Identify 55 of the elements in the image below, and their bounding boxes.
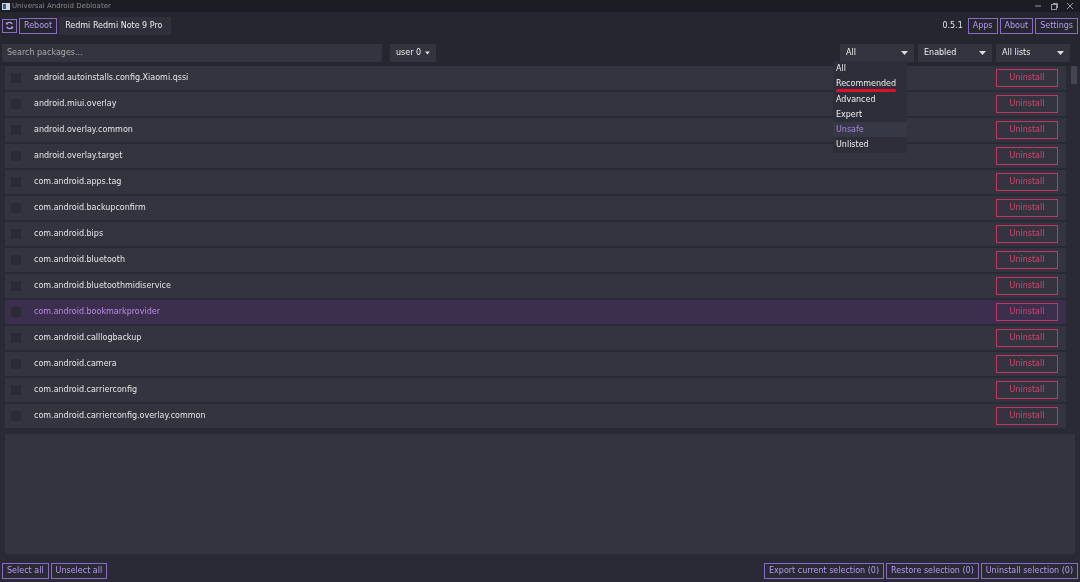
- package-row[interactable]: com.android.bips Uninstall: [5, 222, 1066, 246]
- refresh-button[interactable]: [2, 19, 17, 33]
- restore-icon[interactable]: [1050, 2, 1058, 10]
- checkbox[interactable]: [11, 307, 21, 317]
- package-name: com.android.backupconfirm: [34, 202, 146, 214]
- footer-button[interactable]: Export current selection (0): [764, 563, 884, 579]
- package-name: com.android.apps.tag: [34, 176, 122, 188]
- package-row[interactable]: com.android.carrierconfig Uninstall: [5, 378, 1066, 402]
- package-row[interactable]: com.android.bluetoothmidiservice Uninstall: [5, 274, 1066, 298]
- user-dropdown[interactable]: user 0: [390, 44, 436, 62]
- device-dropdown[interactable]: Redmi Redmi Note 9 Pro: [59, 17, 172, 35]
- removal-dropdown[interactable]: All: [840, 44, 914, 62]
- list-dropdown[interactable]: All lists: [996, 44, 1070, 62]
- package-name: android.autoinstalls.config.Xiaomi.qssi: [34, 72, 189, 84]
- caret-icon: [979, 51, 986, 55]
- package-row[interactable]: com.android.calllogbackup Uninstall: [5, 326, 1066, 350]
- footer-button[interactable]: Unselect all: [50, 563, 108, 579]
- minimize-icon[interactable]: [1034, 2, 1042, 10]
- package-name: com.android.bookmarkprovider: [34, 306, 160, 318]
- package-name: android.overlay.target: [34, 150, 123, 162]
- nav-button[interactable]: Apps: [967, 18, 998, 34]
- scrollbar-thumb[interactable]: [1071, 66, 1077, 84]
- refresh-icon: [5, 21, 14, 31]
- package-name: com.android.carrierconfig: [34, 384, 137, 396]
- package-row[interactable]: com.android.bookmarkprovider Uninstall: [5, 300, 1066, 324]
- caret-icon: [901, 51, 908, 55]
- package-row[interactable]: com.android.backupconfirm Uninstall: [5, 196, 1066, 220]
- package-name: com.android.bips: [34, 228, 104, 240]
- package-row[interactable]: com.android.carrierconfig.overlay.common Uninstall: [5, 404, 1066, 428]
- app-icon: [2, 2, 10, 10]
- reboot-button[interactable]: Reboot: [19, 18, 58, 34]
- caret-icon: [1057, 51, 1064, 55]
- footer-button[interactable]: Select all: [2, 563, 49, 579]
- menu-item[interactable]: Recommended: [833, 76, 907, 92]
- package-name: android.overlay.common: [34, 124, 133, 136]
- package-row[interactable]: com.android.camera Uninstall: [5, 352, 1066, 376]
- caret-icon: [425, 51, 430, 55]
- nav-button[interactable]: Settings: [1035, 18, 1078, 34]
- close-icon[interactable]: [1066, 2, 1074, 10]
- menu-item[interactable]: Advanced: [833, 91, 907, 107]
- package-name: android.miui.overlay: [34, 98, 117, 110]
- package-row[interactable]: com.android.apps.tag Uninstall: [5, 170, 1066, 194]
- package-name: com.android.bluetooth: [34, 254, 125, 266]
- nav-button[interactable]: About: [999, 18, 1034, 34]
- state-dropdown[interactable]: Enabled: [918, 44, 992, 62]
- package-row[interactable]: com.android.bluetooth Uninstall: [5, 248, 1066, 272]
- version-label: 0.5.1: [942, 20, 963, 32]
- search-field[interactable]: Search packages...: [2, 44, 382, 62]
- package-name: com.android.calllogbackup: [34, 332, 142, 344]
- menu-item[interactable]: Unsafe: [833, 122, 907, 138]
- package-name: com.android.camera: [34, 358, 117, 370]
- package-name: com.android.carrierconfig.overlay.common: [34, 410, 206, 422]
- footer-button[interactable]: Restore selection (0): [886, 563, 979, 579]
- footer-button[interactable]: Uninstall selection (0): [980, 563, 1078, 579]
- package-name: com.android.bluetoothmidiservice: [34, 280, 171, 292]
